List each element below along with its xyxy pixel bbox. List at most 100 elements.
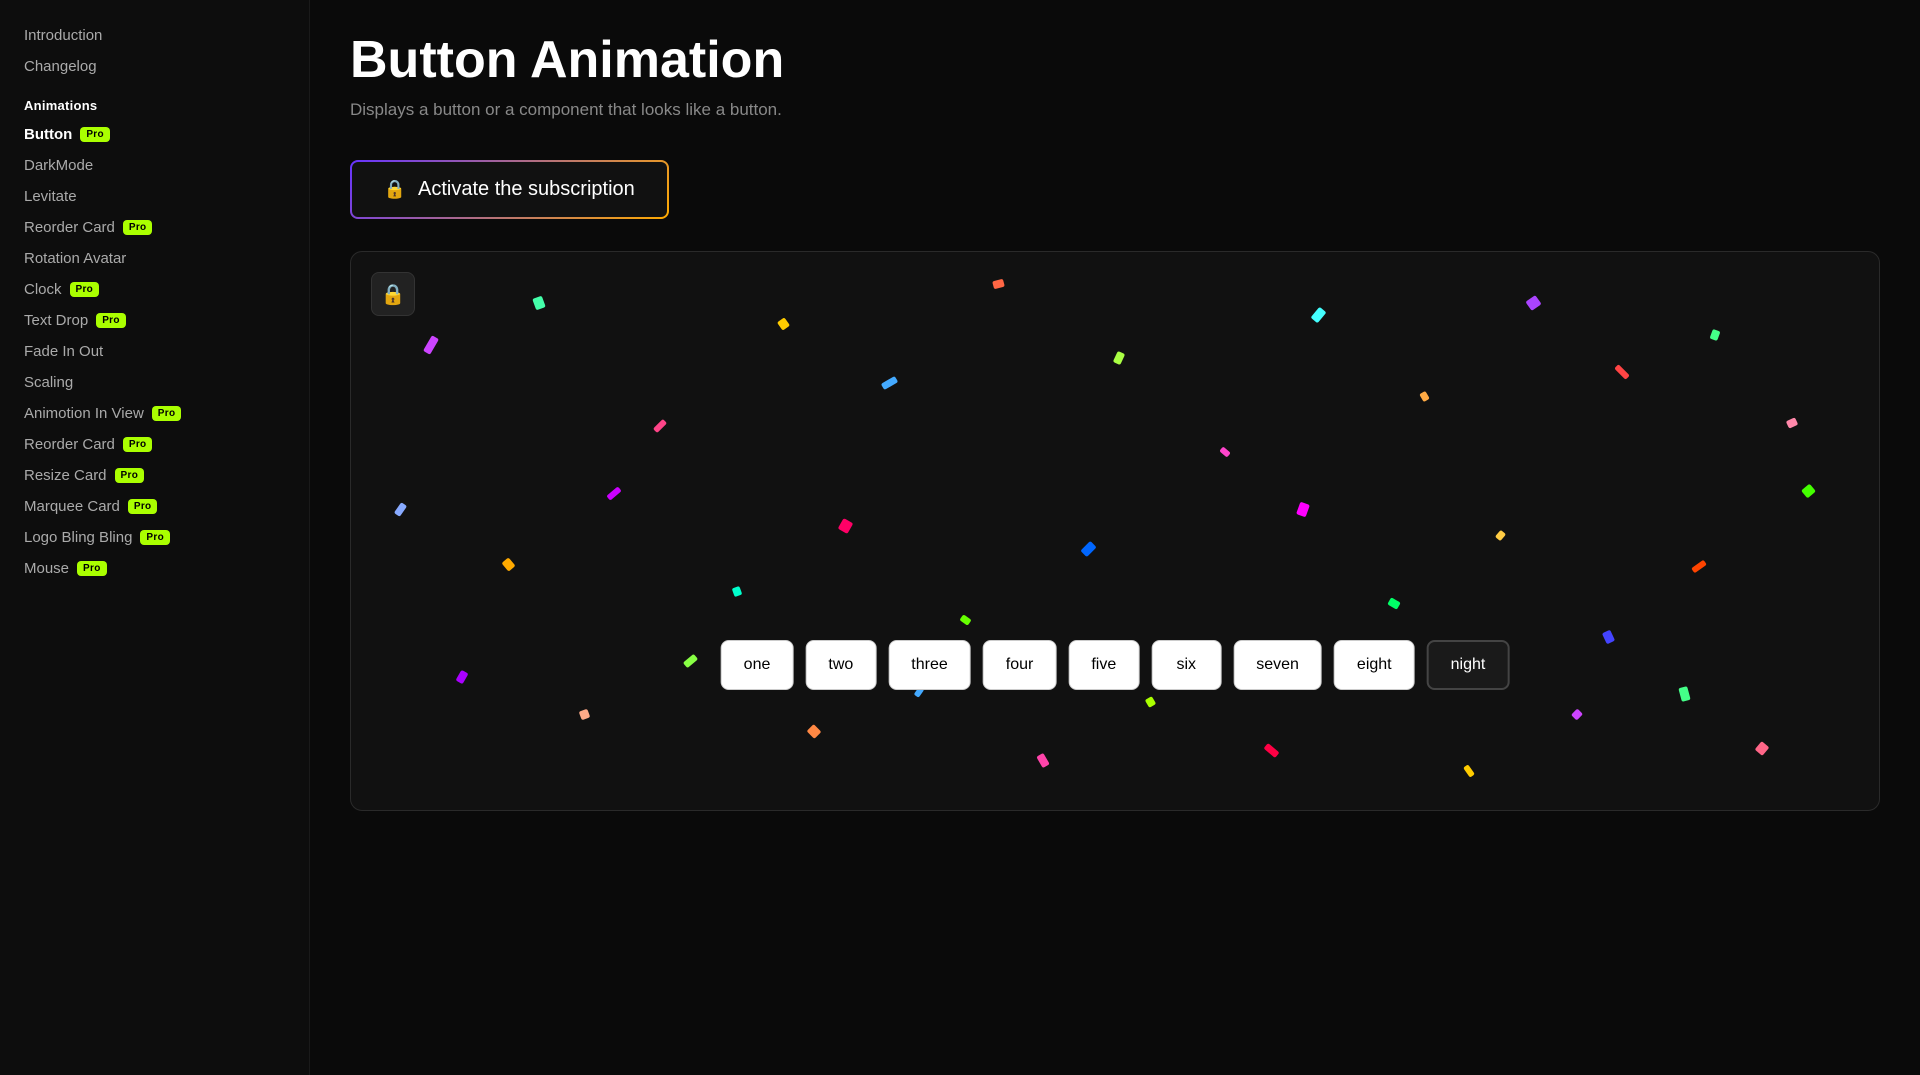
sidebar-item-clock[interactable]: Clock Pro xyxy=(0,274,309,305)
sidebar-item-changelog[interactable]: Changelog xyxy=(0,51,309,82)
confetti-piece xyxy=(1387,597,1401,609)
confetti-piece xyxy=(1464,765,1476,778)
confetti-piece xyxy=(1754,741,1769,756)
confetti-piece xyxy=(1614,364,1630,380)
lock-icon: 🔒 xyxy=(384,179,406,201)
confetti-piece xyxy=(423,335,439,355)
sidebar-item-darkmode[interactable]: DarkMode xyxy=(0,150,309,181)
demo-btn-three[interactable]: three xyxy=(888,640,970,690)
sidebar-item-reorder-card[interactable]: Reorder Card Pro xyxy=(0,212,309,243)
sidebar-item-levitate[interactable]: Levitate xyxy=(0,181,309,212)
demo-btn-four[interactable]: four xyxy=(983,640,1057,690)
sidebar-item-text-drop[interactable]: Text Drop Pro xyxy=(0,305,309,336)
sidebar-item-label-button: Button xyxy=(24,126,72,143)
confetti-piece xyxy=(1144,696,1155,708)
confetti-piece xyxy=(606,487,621,501)
demo-btn-night[interactable]: night xyxy=(1427,640,1510,690)
sidebar-item-marquee-card[interactable]: Marquee Card Pro xyxy=(0,491,309,522)
sidebar-item-label-mouse: Mouse xyxy=(24,560,69,577)
confetti-piece xyxy=(1296,502,1310,518)
sidebar-item-label-text-drop: Text Drop xyxy=(24,312,88,329)
confetti-piece xyxy=(992,279,1005,290)
confetti-piece xyxy=(1679,686,1691,702)
demo-btn-five[interactable]: five xyxy=(1068,640,1139,690)
sidebar-item-label-animotion-in-view: Animotion In View xyxy=(24,405,144,422)
confetti-piece xyxy=(653,419,667,433)
confetti-piece xyxy=(1525,295,1541,311)
pro-badge-resize-card: Pro xyxy=(115,468,145,483)
confetti-piece xyxy=(881,376,898,390)
confetti-piece xyxy=(455,669,468,683)
demo-btn-seven[interactable]: seven xyxy=(1233,640,1322,690)
confetti-piece xyxy=(1495,530,1506,541)
demo-btn-two[interactable]: two xyxy=(805,640,876,690)
confetti-piece xyxy=(1310,307,1326,324)
pro-badge-animotion-in-view: Pro xyxy=(152,406,182,421)
pro-badge-reorder-card-2: Pro xyxy=(123,437,153,452)
sidebar-item-label-logo-bling-bling: Logo Bling Bling xyxy=(24,529,132,546)
confetti-piece xyxy=(501,557,515,571)
pro-badge-logo-bling-bling: Pro xyxy=(140,530,170,545)
activate-btn-label: Activate the subscription xyxy=(418,178,635,201)
sidebar: IntroductionChangelog Animations Button P… xyxy=(0,0,310,1075)
demo-btn-one[interactable]: one xyxy=(721,640,794,690)
demo-buttons-row: onetwothree fourfivesixseveneightnight xyxy=(721,640,1510,690)
sidebar-item-label-darkmode: DarkMode xyxy=(24,157,93,174)
confetti-piece xyxy=(1709,329,1720,341)
sidebar-item-logo-bling-bling[interactable]: Logo Bling Bling Pro xyxy=(0,522,309,553)
sidebar-item-label-resize-card: Resize Card xyxy=(24,467,107,484)
demo-area: 🔒 onetwothree fourfivesixseveneightnight xyxy=(350,251,1880,811)
sidebar-item-mouse[interactable]: Mouse Pro xyxy=(0,553,309,584)
confetti-piece xyxy=(1036,753,1049,768)
confetti-piece xyxy=(960,614,972,625)
sidebar-item-label-levitate: Levitate xyxy=(24,188,77,205)
confetti-piece xyxy=(579,708,591,720)
confetti-piece xyxy=(1219,447,1231,458)
activate-subscription-button[interactable]: 🔒 Activate the subscription xyxy=(350,160,669,219)
sidebar-item-button[interactable]: Button Pro xyxy=(0,119,309,150)
confetti-piece xyxy=(838,518,854,534)
pro-badge-marquee-card: Pro xyxy=(128,499,158,514)
confetti-piece xyxy=(1801,484,1816,499)
pro-badge-clock: Pro xyxy=(70,282,100,297)
confetti-piece xyxy=(807,724,822,739)
confetti-piece xyxy=(1786,418,1798,429)
confetti-piece xyxy=(1571,708,1583,720)
animations-section-label: Animations xyxy=(0,82,309,119)
confetti-piece xyxy=(1081,541,1097,557)
sidebar-item-animotion-in-view[interactable]: Animotion In View Pro xyxy=(0,398,309,429)
sidebar-item-label-clock: Clock xyxy=(24,281,62,298)
pro-badge-button: Pro xyxy=(80,127,110,142)
main-content: Button Animation Displays a button or a … xyxy=(310,0,1920,1075)
page-title: Button Animation xyxy=(350,30,1880,90)
sidebar-item-label-scaling: Scaling xyxy=(24,374,73,391)
confetti-piece xyxy=(533,295,547,310)
confetti-piece xyxy=(1419,390,1430,401)
demo-btn-eight[interactable]: eight xyxy=(1334,640,1415,690)
sidebar-item-reorder-card-2[interactable]: Reorder Card Pro xyxy=(0,429,309,460)
sidebar-item-label-marquee-card: Marquee Card xyxy=(24,498,120,515)
sidebar-item-scaling[interactable]: Scaling xyxy=(0,367,309,398)
sidebar-item-label-reorder-card: Reorder Card xyxy=(24,219,115,236)
demo-btn-six[interactable]: six xyxy=(1151,640,1221,690)
pro-badge-mouse: Pro xyxy=(77,561,107,576)
sidebar-item-resize-card[interactable]: Resize Card Pro xyxy=(0,460,309,491)
pro-badge-text-drop: Pro xyxy=(96,313,126,328)
sidebar-item-label-reorder-card-2: Reorder Card xyxy=(24,436,115,453)
confetti-piece xyxy=(1691,560,1707,574)
confetti-container xyxy=(351,252,1879,810)
pro-badge-reorder-card: Pro xyxy=(123,220,153,235)
demo-lock-icon[interactable]: 🔒 xyxy=(371,272,415,316)
confetti-piece xyxy=(1602,630,1615,645)
confetti-piece xyxy=(732,586,743,597)
sidebar-item-label-fade-in-out: Fade In Out xyxy=(24,343,103,360)
confetti-piece xyxy=(777,317,790,330)
sidebar-item-fade-in-out[interactable]: Fade In Out xyxy=(0,336,309,367)
sidebar-item-introduction[interactable]: Introduction xyxy=(0,20,309,51)
sidebar-item-rotation-avatar[interactable]: Rotation Avatar xyxy=(0,243,309,274)
page-subtitle: Displays a button or a component that lo… xyxy=(350,100,1880,120)
confetti-piece xyxy=(394,502,407,517)
sidebar-item-label-rotation-avatar: Rotation Avatar xyxy=(24,250,126,267)
confetti-piece xyxy=(1263,743,1279,758)
confetti-piece xyxy=(683,654,698,668)
